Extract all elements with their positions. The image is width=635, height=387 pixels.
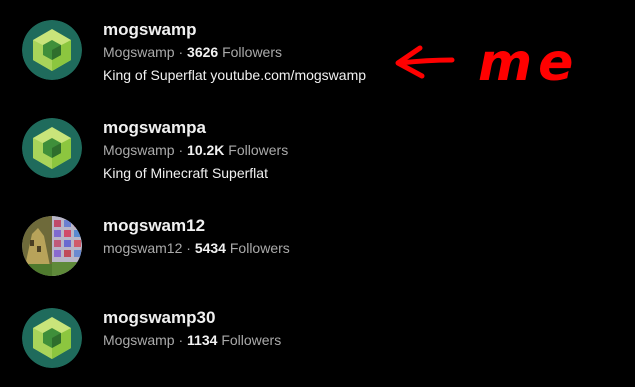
channel-handle: Mogswamp [103,332,175,348]
follower-count: 3626 [187,44,219,60]
channel-handle: Mogswamp [103,44,175,60]
meta-separator: · [182,240,195,256]
channel-result[interactable]: mogswampa Mogswamp · 10.2K Followers Kin… [22,118,582,182]
channel-meta: Mogswamp · 10.2K Followers [103,141,288,159]
channel-name[interactable]: mogswamp [103,20,366,40]
channel-handle: mogswam12 [103,240,183,256]
followers-label: Followers [228,142,289,158]
left-arrow-icon [395,45,455,79]
cube-logo-icon [22,308,82,368]
channel-meta: Mogswamp · 1134 Followers [103,331,281,349]
channel-bio: King of Superflat youtube.com/mogswamp [103,67,367,83]
channel-result[interactable]: mogswam12 mogswam12 · 5434 Followers [22,216,582,276]
channel-bio: King of Minecraft Superflat [103,165,268,181]
followers-label: Followers [221,332,282,348]
followers-label: Followers [222,44,282,60]
channel-handle: Mogswamp [103,142,175,158]
follower-count: 1134 [187,332,218,348]
channel-avatar[interactable] [22,308,82,368]
channel-avatar[interactable] [22,118,82,178]
annotation-text: me [478,33,579,93]
channel-name[interactable]: mogswampa [103,118,288,138]
channel-meta: mogswam12 · 5434 Followers [103,239,290,257]
channel-result[interactable]: mogswamp30 Mogswamp · 1134 Followers [22,308,582,368]
meta-separator: · [174,332,188,348]
channel-meta: Mogswamp · 3626 Followers [103,43,366,61]
follower-count: 10.2K [187,142,225,158]
meta-separator: · [174,44,188,60]
channel-avatar[interactable] [22,20,82,80]
me-annotation: me [395,33,579,93]
meta-separator: · [174,142,188,158]
followers-label: Followers [229,240,290,256]
channel-avatar[interactable] [22,216,82,276]
screenshot-collage-icon [22,216,82,276]
channel-name[interactable]: mogswam12 [103,216,290,236]
follower-count: 5434 [194,240,226,256]
channel-name[interactable]: mogswamp30 [103,308,281,328]
cube-logo-icon [22,20,82,80]
cube-logo-icon [22,118,82,178]
